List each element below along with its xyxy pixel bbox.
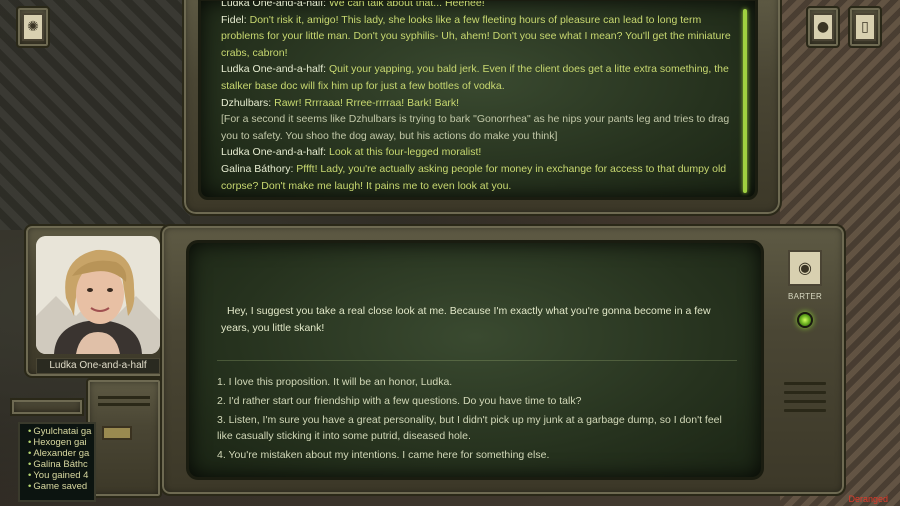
person-icon: ● xyxy=(812,13,834,41)
dialog-log-lines: Ludka One-and-a-half: We can talk about … xyxy=(221,0,733,194)
log-line: Ludka One-and-a-half: Look at this four-… xyxy=(221,146,482,159)
npc-speech-text: Hey, I suggest you take a real close loo… xyxy=(221,305,711,334)
barter-button[interactable]: ◉ xyxy=(788,250,822,286)
log-line: Galina Báthory: Pffft! Lady, you're actu… xyxy=(221,162,727,192)
log-entry: Galina Báthc xyxy=(28,459,92,470)
npc-name-label: Ludka One-and-a-half xyxy=(36,358,160,374)
pda-button[interactable]: ▯ xyxy=(848,6,882,48)
log-entry: Game saved xyxy=(28,481,92,492)
game-log-tab[interactable] xyxy=(10,398,84,416)
game-event-log-panel: Gyulchatai ga Hexogen gai Alexander ga G… xyxy=(10,398,96,506)
panel-switch[interactable] xyxy=(102,426,132,440)
log-line: [For a second it seems like Dzhulbars is… xyxy=(221,113,730,142)
npc-portrait-frame: Ludka One-and-a-half xyxy=(24,224,170,378)
log-entry: You gained 4 xyxy=(28,470,92,481)
panel-slot xyxy=(98,396,150,399)
dialog-log-panel: Ludka One-and-a-half: We can talk about … xyxy=(182,0,782,216)
log-line: Fidel: Don't risk it, amigo! This lady, … xyxy=(221,13,731,59)
radiation-icon: ✺ xyxy=(22,13,44,41)
dialog-option[interactable]: 2. I'd rather start our friendship with … xyxy=(217,394,737,410)
side-column-panel xyxy=(86,378,162,498)
log-entry: Alexander ga xyxy=(28,448,92,459)
money-bag-icon: ◉ xyxy=(798,260,812,277)
barter-label: BARTER xyxy=(787,292,823,301)
log-line: Ludka One-and-a-half: We can talk about … xyxy=(221,0,485,9)
status-deranged-label: Deranged xyxy=(848,494,888,504)
dialog-divider xyxy=(217,360,737,361)
menu-button[interactable]: ✺ xyxy=(16,6,50,48)
dialog-console: Hey, I suggest you take a real close loo… xyxy=(160,224,846,496)
log-entry: Gyulchatai ga xyxy=(28,426,92,437)
dialog-option[interactable]: 3. Listen, I'm sure you have a great per… xyxy=(217,413,737,444)
log-scrollbar[interactable] xyxy=(743,9,747,193)
barter-panel: ◉ BARTER xyxy=(774,246,834,356)
dialog-log-screen[interactable]: Ludka One-and-a-half: We can talk about … xyxy=(198,0,758,200)
log-line: Ludka One-and-a-half: Quit your yapping,… xyxy=(221,63,729,92)
dialog-option[interactable]: 4. You're mistaken about my intentions. … xyxy=(217,448,737,464)
vent-grille xyxy=(784,376,826,436)
npc-face-image xyxy=(36,236,160,354)
barter-indicator-light xyxy=(797,312,813,328)
device-icon: ▯ xyxy=(854,13,876,41)
dialog-option[interactable]: 1. I love this proposition. It will be a… xyxy=(217,375,737,391)
character-button[interactable]: ● xyxy=(806,6,840,48)
dialog-screen: Hey, I suggest you take a real close loo… xyxy=(186,240,764,480)
dialog-options-list: 1. I love this proposition. It will be a… xyxy=(217,375,737,467)
log-line: Dzhulbars: Rawr! Rrrraaa! Rrree-rrrraa! … xyxy=(221,96,460,109)
game-event-log[interactable]: Gyulchatai ga Hexogen gai Alexander ga G… xyxy=(18,422,96,502)
npc-portrait xyxy=(36,236,160,354)
log-entry: Hexogen gai xyxy=(28,437,92,448)
panel-slot xyxy=(98,403,150,406)
